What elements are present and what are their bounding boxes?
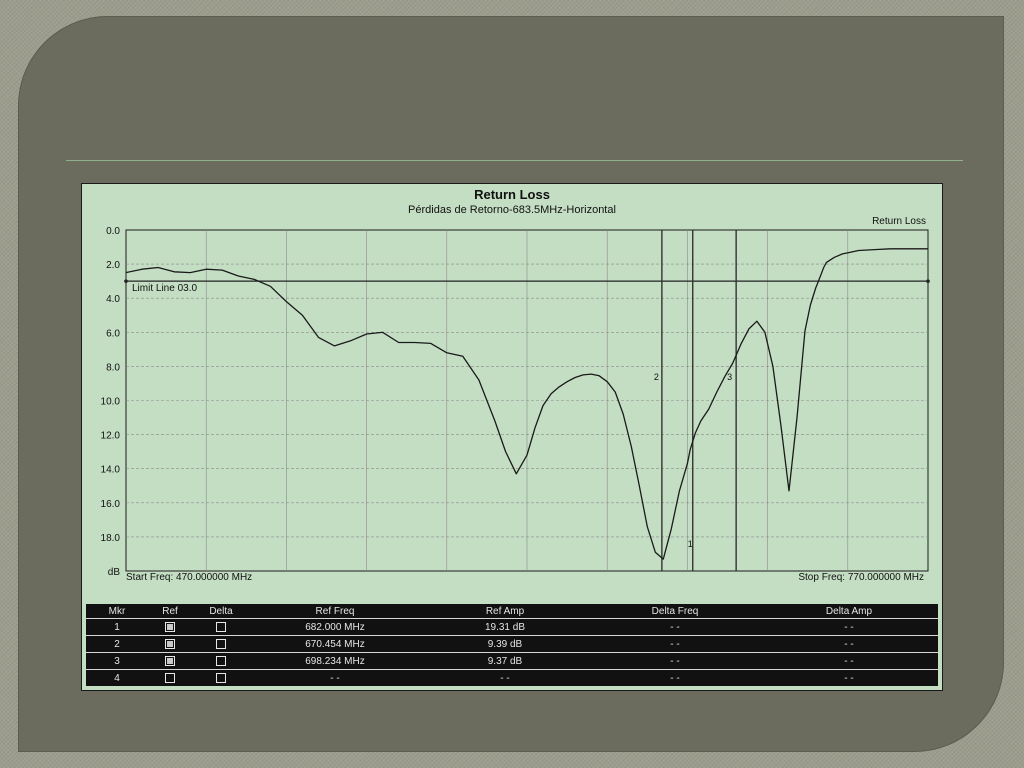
delta-amp-cell: - -: [760, 635, 938, 653]
start-freq-label: Start Freq: 470.000000 MHz: [126, 572, 253, 583]
limit-line-label: Limit Line 03.0: [132, 283, 197, 294]
y-tick-label: 6.0: [106, 328, 120, 339]
delta-checkbox[interactable]: [216, 655, 226, 666]
ref-amp-cell: 9.39 dB: [420, 635, 590, 653]
ref-freq-cell: - -: [250, 669, 420, 686]
return-loss-plot: 0.0 2.0 4.0 6.0 8.0 10.0 12.0 14.0 16.0 18.0 dB Lim…: [101, 226, 930, 578]
col-delta-freq: Delta Freq: [651, 605, 699, 617]
col-delta-amp: Delta Amp: [825, 605, 873, 617]
ref-checkbox-cell: [148, 669, 192, 686]
ref-checkbox[interactable]: [165, 655, 175, 666]
delta-checkbox-cell: [192, 652, 250, 670]
y-tick-label: 16.0: [101, 499, 121, 510]
ref-amp-cell: - -: [420, 669, 590, 686]
y-tick-label: 18.0: [101, 533, 121, 544]
delta-checkbox-cell: [192, 618, 250, 636]
delta-freq-cell: - -: [590, 635, 760, 653]
marker-row: 1 682.000 MHz 19.31 dB - -- -: [86, 618, 938, 636]
y-tick-label: 8.0: [106, 362, 120, 373]
stop-freq-label: Stop Freq: 770.000000 MHz: [798, 572, 924, 583]
ref-amp-cell: 9.37 dB: [420, 652, 590, 670]
ref-checkbox[interactable]: [165, 638, 175, 649]
ref-checkbox[interactable]: [165, 621, 175, 632]
col-ref-freq: Ref Freq: [315, 605, 355, 617]
y-tick-label: 2.0: [106, 260, 120, 271]
delta-freq-cell: - -: [590, 618, 760, 636]
marker-table-header: Mkr Ref Delta Ref Freq Ref Amp Delta Fre…: [86, 604, 938, 619]
delta-checkbox[interactable]: [216, 638, 226, 649]
marker-row: 2 670.454 MHz 9.39 dB - -- -: [86, 635, 938, 653]
limit-line-endpoint: [926, 279, 930, 283]
marker-row: 3 698.234 MHz 9.37 dB - -- -: [86, 652, 938, 670]
delta-checkbox-cell: [192, 669, 250, 686]
ref-freq-cell: 698.234 MHz: [250, 652, 420, 670]
col-ref-amp: Ref Amp: [485, 605, 525, 617]
delta-freq-cell: - -: [590, 669, 760, 686]
ref-checkbox-cell: [148, 652, 192, 670]
marker-label-3: 3: [727, 372, 732, 382]
mkr-cell: 4: [86, 669, 148, 686]
mkr-cell: 1: [86, 618, 148, 636]
ref-checkbox[interactable]: [165, 672, 175, 683]
ref-freq-cell: 682.000 MHz: [250, 618, 420, 636]
delta-checkbox[interactable]: [216, 672, 226, 683]
col-mkr: Mkr: [108, 605, 126, 617]
col-ref: Ref: [162, 605, 178, 617]
ref-checkbox-cell: [148, 618, 192, 636]
analyzer-panel: Return Loss Pérdidas de Retorno-683.5MHz…: [81, 183, 943, 691]
delta-freq-cell: - -: [590, 652, 760, 670]
ref-amp-cell: 19.31 dB: [420, 618, 590, 636]
title-divider: [66, 160, 963, 161]
marker-table: Mkr Ref Delta Ref Freq Ref Amp Delta Fre…: [86, 604, 938, 686]
y-tick-label: 0.0: [106, 226, 120, 237]
y-tick-label: 12.0: [101, 431, 121, 442]
marker-label-2: 2: [654, 372, 659, 382]
y-tick-label: 14.0: [101, 465, 121, 476]
y-tick-label: 10.0: [101, 397, 121, 408]
delta-amp-cell: - -: [760, 652, 938, 670]
delta-amp-cell: - -: [760, 618, 938, 636]
ref-checkbox-cell: [148, 635, 192, 653]
mkr-cell: 3: [86, 652, 148, 670]
delta-amp-cell: - -: [760, 669, 938, 686]
y-tick-label: 4.0: [106, 294, 120, 305]
marker-label-1: 1: [688, 539, 693, 549]
y-unit-label: dB: [108, 567, 121, 578]
ref-freq-cell: 670.454 MHz: [250, 635, 420, 653]
marker-row: 4- -- -- -- -: [86, 669, 938, 686]
delta-checkbox[interactable]: [216, 621, 226, 632]
mkr-cell: 2: [86, 635, 148, 653]
delta-checkbox-cell: [192, 635, 250, 653]
col-delta: Delta: [209, 605, 233, 617]
limit-line-endpoint: [124, 279, 128, 283]
